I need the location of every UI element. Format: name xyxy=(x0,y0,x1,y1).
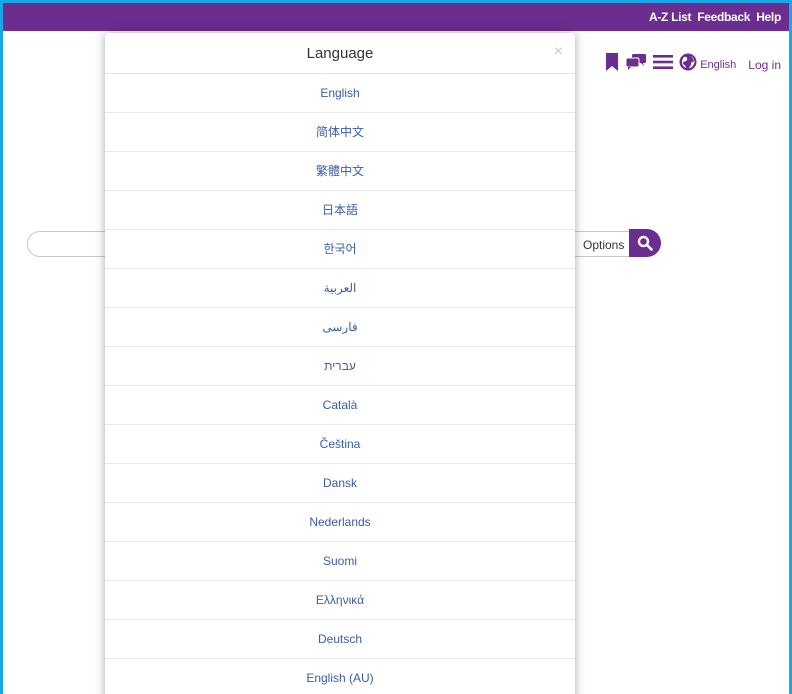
help-link[interactable]: Help xyxy=(756,10,781,24)
language-option-finnish[interactable]: Suomi xyxy=(105,542,575,581)
browser-frame: A-Z List Feedback Help English Log in Op… xyxy=(0,0,792,694)
header-tools: English Log in xyxy=(599,53,781,76)
language-option-traditional-chinese[interactable]: 繁體中文 xyxy=(105,152,575,191)
az-list-link[interactable]: A-Z List xyxy=(649,10,692,24)
language-option-dutch[interactable]: Nederlands xyxy=(105,503,575,542)
top-navigation-bar: A-Z List Feedback Help xyxy=(3,3,789,31)
language-option-czech[interactable]: Čeština xyxy=(105,425,575,464)
language-option-simplified-chinese[interactable]: 简体中文 xyxy=(105,113,575,152)
chat-bubbles-icon[interactable] xyxy=(625,53,647,76)
language-option-german[interactable]: Deutsch xyxy=(105,620,575,659)
search-icon xyxy=(637,235,653,251)
language-option-danish[interactable]: Dansk xyxy=(105,464,575,503)
language-option-arabic[interactable]: العربية xyxy=(105,269,575,308)
language-option-hebrew[interactable]: עברית xyxy=(105,347,575,386)
language-option-greek[interactable]: Ελληνικά xyxy=(105,581,575,620)
language-option-korean[interactable]: 한국어 xyxy=(105,230,575,269)
language-option-japanese[interactable]: 日本語 xyxy=(105,191,575,230)
menu-icon[interactable] xyxy=(653,54,674,75)
search-options-button[interactable]: Options xyxy=(579,231,631,257)
language-option-english-au[interactable]: English (AU) xyxy=(105,659,575,694)
feedback-link[interactable]: Feedback xyxy=(697,10,750,24)
bookmark-icon[interactable] xyxy=(605,53,619,76)
language-option-persian[interactable]: فارسی xyxy=(105,308,575,347)
close-icon[interactable]: × xyxy=(554,43,563,61)
modal-title: Language xyxy=(306,44,374,62)
current-language-label[interactable]: English xyxy=(700,59,736,71)
language-option-english[interactable]: English xyxy=(105,74,575,113)
search-button[interactable] xyxy=(629,229,661,257)
globe-icon[interactable] xyxy=(679,53,697,76)
language-option-catalan[interactable]: Català xyxy=(105,386,575,425)
language-modal: Language × English 简体中文 繁體中文 日本語 한국어 الع… xyxy=(105,33,575,694)
modal-header: Language × xyxy=(105,33,575,74)
login-link[interactable]: Log in xyxy=(748,58,781,72)
language-list: English 简体中文 繁體中文 日本語 한국어 العربية فارسی … xyxy=(105,74,575,694)
